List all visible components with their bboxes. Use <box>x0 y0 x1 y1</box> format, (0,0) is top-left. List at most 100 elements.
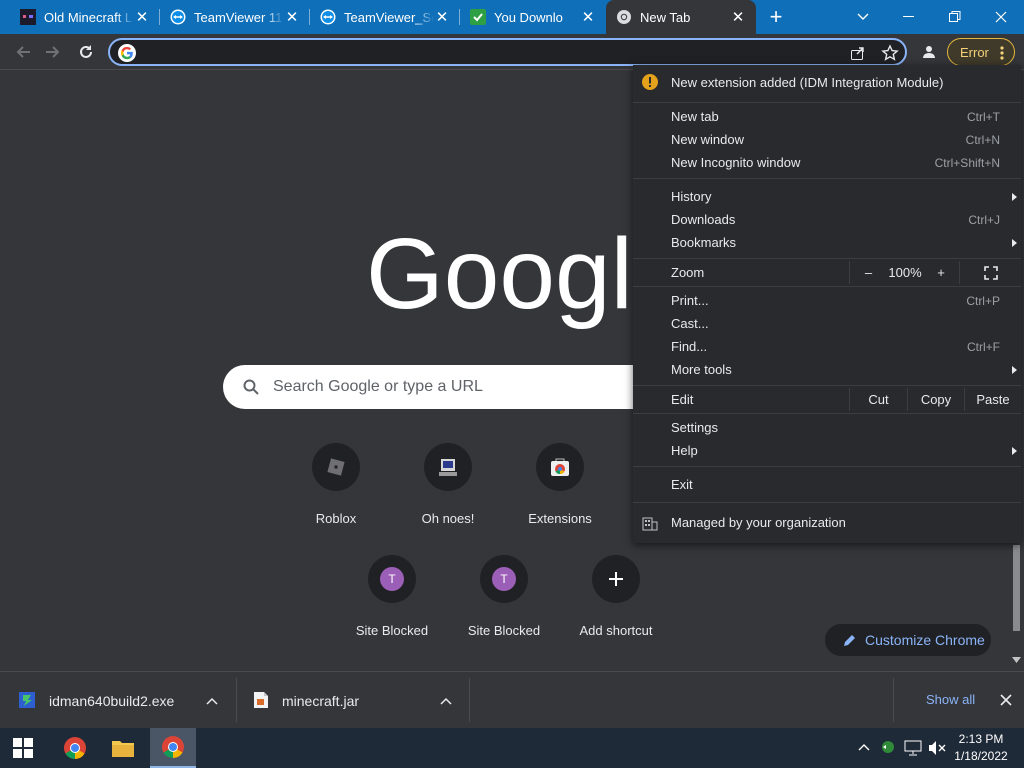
teamviewer-icon <box>320 9 336 25</box>
customize-label: Customize Chrome <box>865 632 985 648</box>
minimize-button[interactable] <box>886 0 932 34</box>
close-icon[interactable]: ✕ <box>580 9 596 26</box>
menu-separator <box>633 102 1021 103</box>
close-icon[interactable]: ✕ <box>134 9 150 26</box>
menu-label: Managed by your organization <box>671 515 846 530</box>
reload-icon <box>80 45 92 58</box>
chevron-up-icon[interactable] <box>858 743 870 751</box>
cut-button[interactable]: Cut <box>849 388 907 411</box>
menu-label: Find... <box>671 339 708 354</box>
error-label: Error <box>960 44 989 60</box>
download-item[interactable]: idman640build2.exe <box>0 672 236 729</box>
scroll-down-arrow-icon[interactable] <box>1012 657 1021 663</box>
tab-old-minecraft[interactable]: Old Minecraft L ✕ <box>12 0 158 34</box>
menu-item-edit: Edit Cut Copy Paste <box>633 388 1021 411</box>
download-separator <box>893 678 894 722</box>
menu-item-zoom: Zoom – 100% + <box>633 261 1021 284</box>
building-icon <box>642 517 658 530</box>
reload-button[interactable] <box>71 36 101 68</box>
submenu-arrow-icon <box>1012 192 1017 201</box>
start-button[interactable] <box>0 728 46 768</box>
download-separator <box>469 678 470 722</box>
folder-icon <box>112 741 134 757</box>
chevron-up-icon[interactable] <box>440 697 452 705</box>
shortcut-label: Add shortcut <box>579 623 653 638</box>
profile-button[interactable] <box>914 36 944 68</box>
windows-logo-icon <box>13 738 33 758</box>
menu-item-find[interactable]: Find... Ctrl+F <box>633 335 1021 358</box>
new-tab-button[interactable]: + <box>754 0 798 34</box>
back-button[interactable] <box>8 36 38 68</box>
bookmark-star-icon[interactable] <box>881 44 899 67</box>
menu-item-settings[interactable]: Settings <box>633 416 1021 439</box>
menu-item-incognito[interactable]: New Incognito window Ctrl+Shift+N <box>633 151 1021 174</box>
scrollbar[interactable] <box>1009 541 1024 671</box>
taskbar-chrome-active[interactable] <box>150 728 196 768</box>
menu-label: New tab <box>671 109 719 124</box>
tab-search-button[interactable] <box>840 0 886 34</box>
pencil-icon <box>844 635 855 646</box>
show-all-button[interactable]: Show all <box>926 692 975 707</box>
menu-separator <box>633 258 1021 259</box>
customize-chrome-button[interactable]: Customize Chrome <box>825 624 991 656</box>
chrome-icon <box>64 737 86 759</box>
tab-teamviewer-11[interactable]: TeamViewer 11 ✕ <box>162 0 308 34</box>
menu-item-new-tab[interactable]: New tab Ctrl+T <box>633 105 1021 128</box>
paste-label: Paste <box>976 392 1010 407</box>
tab-new-tab[interactable]: New Tab ✕ <box>606 0 756 34</box>
teamviewer-tray-icon[interactable] <box>879 739 897 755</box>
download-item[interactable]: minecraft.jar <box>237 672 469 729</box>
tab-you-downloaded[interactable]: You Downlo ✕ <box>462 0 604 34</box>
menu-item-managed[interactable]: Managed by your organization <box>633 511 1021 534</box>
zoom-out-button[interactable]: – <box>849 261 887 284</box>
menu-item-more-tools[interactable]: More tools <box>633 358 1021 381</box>
shortcut-icon-circle: T <box>480 555 528 603</box>
shortcut-roblox[interactable]: Roblox <box>280 439 392 539</box>
cut-label: Cut <box>868 392 889 407</box>
zoom-in-button[interactable]: + <box>923 261 959 284</box>
close-window-button[interactable] <box>978 0 1024 34</box>
tab-teamviewer-setup[interactable]: TeamViewer_Set ✕ <box>312 0 458 34</box>
menu-shortcut: Ctrl+J <box>968 212 1000 227</box>
forward-button[interactable] <box>38 36 68 68</box>
shortcut-site-blocked-1[interactable]: T Site Blocked <box>336 551 448 651</box>
close-icon[interactable]: ✕ <box>730 9 746 26</box>
restore-button[interactable] <box>932 0 978 34</box>
menu-item-history[interactable]: History <box>633 185 1021 208</box>
menu-label: More tools <box>671 362 732 377</box>
close-icon[interactable]: ✕ <box>284 9 300 26</box>
menu-item-help[interactable]: Help <box>633 439 1021 462</box>
scrollbar-thumb[interactable] <box>1013 545 1020 631</box>
menu-item-cast[interactable]: Cast... <box>633 312 1021 335</box>
tab-title: Old Minecraft L <box>44 9 133 25</box>
menu-item-print[interactable]: Print... Ctrl+P <box>633 289 1021 312</box>
menu-item-bookmarks[interactable]: Bookmarks <box>633 231 1021 254</box>
shortcut-extensions[interactable]: Extensions <box>504 439 616 539</box>
shortcut-label: Extensions <box>528 511 592 526</box>
close-icon[interactable]: ✕ <box>434 9 450 26</box>
menu-item-exit[interactable]: Exit <box>633 473 1021 496</box>
paste-button[interactable]: Paste <box>964 388 1021 411</box>
tab-separator <box>309 9 310 25</box>
taskbar-file-explorer[interactable] <box>100 728 146 768</box>
omnibox[interactable] <box>108 38 907 66</box>
menu-extension-notice[interactable]: New extension added (IDM Integration Mod… <box>633 70 1021 94</box>
menu-item-downloads[interactable]: Downloads Ctrl+J <box>633 208 1021 231</box>
menu-item-new-window[interactable]: New window Ctrl+N <box>633 128 1021 151</box>
share-icon[interactable] <box>850 45 866 66</box>
copy-button[interactable]: Copy <box>907 388 964 411</box>
shortcut-add[interactable]: Add shortcut <box>560 551 672 651</box>
taskbar-chrome-pinned[interactable] <box>52 728 98 768</box>
chevron-up-icon[interactable] <box>206 697 218 705</box>
system-clock[interactable]: 2:13 PM 1/18/2022 <box>950 731 1012 765</box>
taskbar: 2:13 PM 1/18/2022 <box>0 728 1024 768</box>
shortcut-oh-noes[interactable]: Oh noes! <box>392 439 504 539</box>
error-menu-button[interactable]: Error <box>947 38 1015 66</box>
network-icon[interactable] <box>904 740 922 756</box>
menu-label: New Incognito window <box>671 155 801 170</box>
speaker-muted-icon[interactable] <box>928 740 946 756</box>
close-icon[interactable] <box>1000 694 1012 706</box>
fullscreen-button[interactable] <box>959 261 1021 284</box>
back-arrow-icon <box>16 46 30 58</box>
shortcut-site-blocked-2[interactable]: T Site Blocked <box>448 551 560 651</box>
